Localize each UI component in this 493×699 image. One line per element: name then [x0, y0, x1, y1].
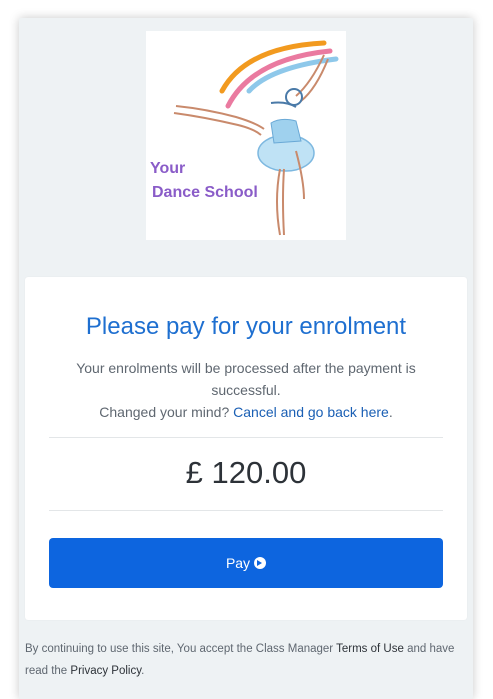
- logo-text-line2: Dance School: [152, 184, 258, 201]
- divider-top: [49, 437, 443, 438]
- payment-amount: £ 120.00: [185, 455, 307, 490]
- footer-text-1: By continuing to use this site, You acce…: [25, 643, 337, 655]
- terms-of-use-link[interactable]: Terms of Use: [336, 643, 404, 655]
- pay-button[interactable]: Pay: [49, 538, 443, 588]
- payment-message: Your enrolments will be processed after …: [55, 357, 437, 423]
- changed-mind-text: Changed your mind?: [99, 404, 230, 420]
- pay-button-label: Pay: [225, 555, 251, 571]
- processing-notice: Your enrolments will be processed after …: [76, 360, 416, 398]
- cancel-link[interactable]: Cancel and go back here: [233, 404, 389, 420]
- payment-card: Please pay for your enrolment Your enrol…: [25, 277, 467, 620]
- dancer-logo-graphic: Your Dance School: [150, 40, 339, 236]
- divider-bottom: [49, 510, 443, 511]
- page-container: Your Dance School Please pay for your en…: [19, 18, 473, 699]
- footer-legal: By continuing to use this site, You acce…: [25, 638, 465, 682]
- school-logo: Your Dance School: [146, 31, 346, 240]
- logo-text-line1: Your: [150, 160, 185, 177]
- cancel-suffix: .: [388, 404, 393, 420]
- arrow-circle-right-icon: [254, 557, 267, 569]
- privacy-policy-link[interactable]: Privacy Policy: [70, 665, 141, 677]
- payment-title: Please pay for your enrolment: [85, 313, 407, 340]
- footer-text-3: .: [141, 665, 145, 677]
